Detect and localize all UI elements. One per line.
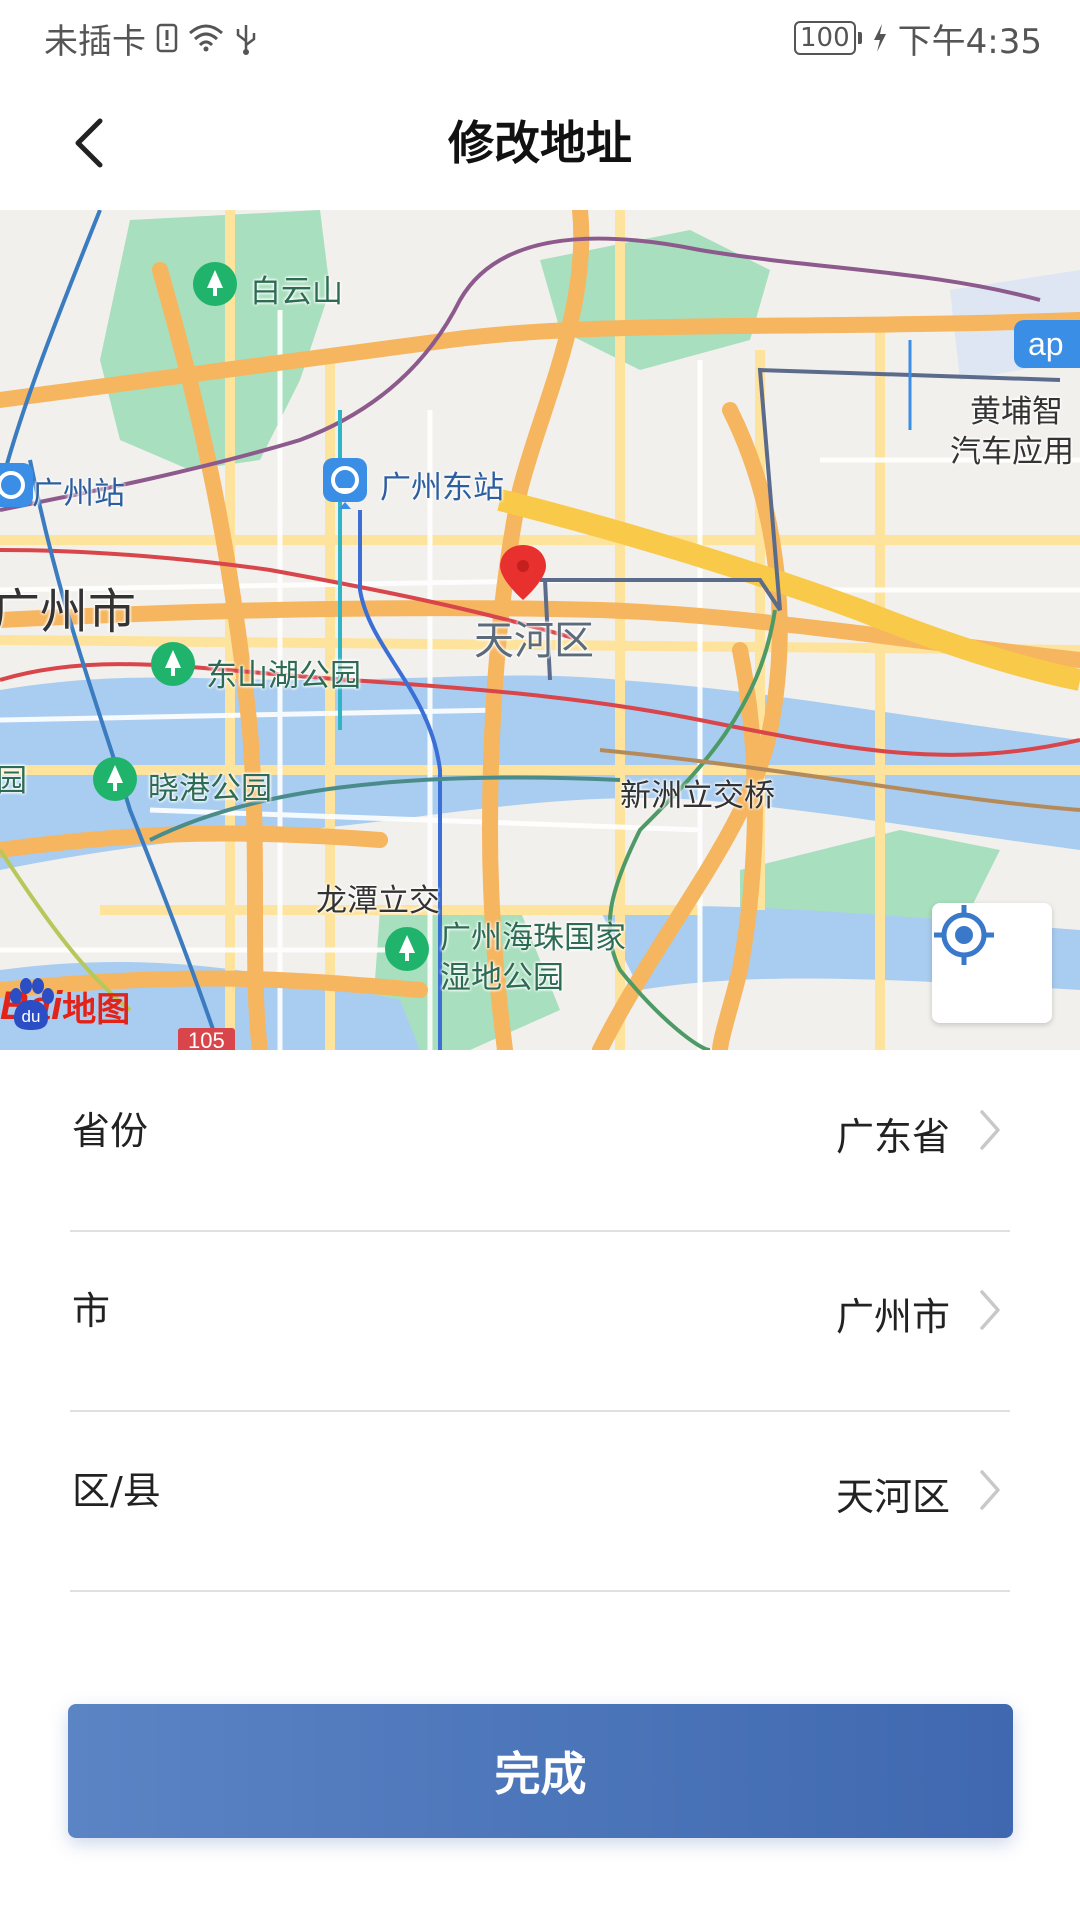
usb-icon [234, 21, 258, 55]
sim-alert-icon [156, 23, 178, 53]
poi-label: 园 [0, 763, 27, 799]
city-row[interactable]: 市 广州市 [70, 1230, 1010, 1412]
district-label: 天河区 [474, 618, 594, 664]
app-badge[interactable]: ap [1014, 320, 1080, 368]
road-shield: 105 [178, 1028, 235, 1050]
train-station-pin-icon [0, 463, 33, 507]
status-right: 100 下午4:35 [794, 14, 1042, 62]
chevron-left-icon [75, 118, 103, 168]
submit-button[interactable]: 完成 [68, 1704, 1013, 1838]
poi-label[interactable]: 汽车应用 [950, 426, 1074, 471]
carrier-text: 未插卡 [44, 21, 146, 62]
city-value: 广州市 [835, 1295, 950, 1339]
chevron-right-icon [970, 1285, 1010, 1335]
charging-icon [872, 23, 888, 53]
chevron-right-icon [970, 1105, 1010, 1155]
status-bar: 未插卡 100 下午4:35 [0, 0, 1080, 76]
district-value: 天河区 [835, 1475, 950, 1519]
district-row[interactable]: 区/县 天河区 [70, 1410, 1010, 1592]
page-title: 修改地址 [448, 116, 632, 170]
province-label: 省份 [72, 1109, 149, 1153]
poi-label[interactable]: 龙潭立交 [316, 875, 440, 920]
park-pin-icon [193, 262, 237, 306]
poi-label[interactable]: 广州站 [32, 468, 125, 513]
clock: 下午4:35 [897, 21, 1042, 62]
battery-icon: 100 [794, 21, 862, 55]
baidu-map-logo: Bai du 地图 [0, 976, 130, 1036]
poi-label[interactable]: 广州海珠国家 [440, 912, 626, 957]
city-label: 广州市 [0, 584, 137, 640]
baidu-map-suffix: 地图 [62, 989, 131, 1030]
province-row[interactable]: 省份 广东省 [70, 1050, 1010, 1232]
park-pin-icon [93, 757, 137, 801]
poi-label[interactable]: 晓港公园 [148, 763, 272, 808]
city-label: 市 [72, 1289, 111, 1333]
locate-button[interactable] [932, 903, 1052, 1023]
locate-target-icon [934, 905, 994, 965]
province-value: 广东省 [835, 1115, 950, 1159]
district-label: 区/县 [72, 1469, 161, 1513]
poi-label[interactable]: 白云山 [250, 266, 343, 311]
battery-level: 100 [794, 21, 856, 55]
battery-tip [857, 32, 862, 44]
wifi-icon [188, 23, 224, 53]
park-pin-icon [151, 642, 195, 686]
back-button[interactable] [50, 103, 130, 183]
baidu-paw-text: du [22, 1007, 41, 1026]
chevron-right-icon [970, 1465, 1010, 1515]
app-header: 修改地址 [0, 76, 1080, 210]
park-pin-icon [385, 927, 429, 971]
poi-label[interactable]: 黄埔智 [970, 386, 1063, 431]
baidu-paw-icon: du [10, 978, 54, 1030]
poi-label[interactable]: 东山湖公园 [206, 650, 361, 695]
train-station-pin-icon [323, 458, 367, 509]
poi-label[interactable]: 新洲立交桥 [620, 770, 775, 815]
poi-label[interactable]: 广州东站 [380, 462, 504, 507]
status-left: 未插卡 [44, 14, 258, 62]
poi-label[interactable]: 湿地公园 [440, 952, 564, 997]
map-view[interactable]: 白云山 广州东站 广州站 广州市 天河区 东山湖公园 晓港公园 新洲立交桥 龙潭… [0, 210, 1080, 1050]
